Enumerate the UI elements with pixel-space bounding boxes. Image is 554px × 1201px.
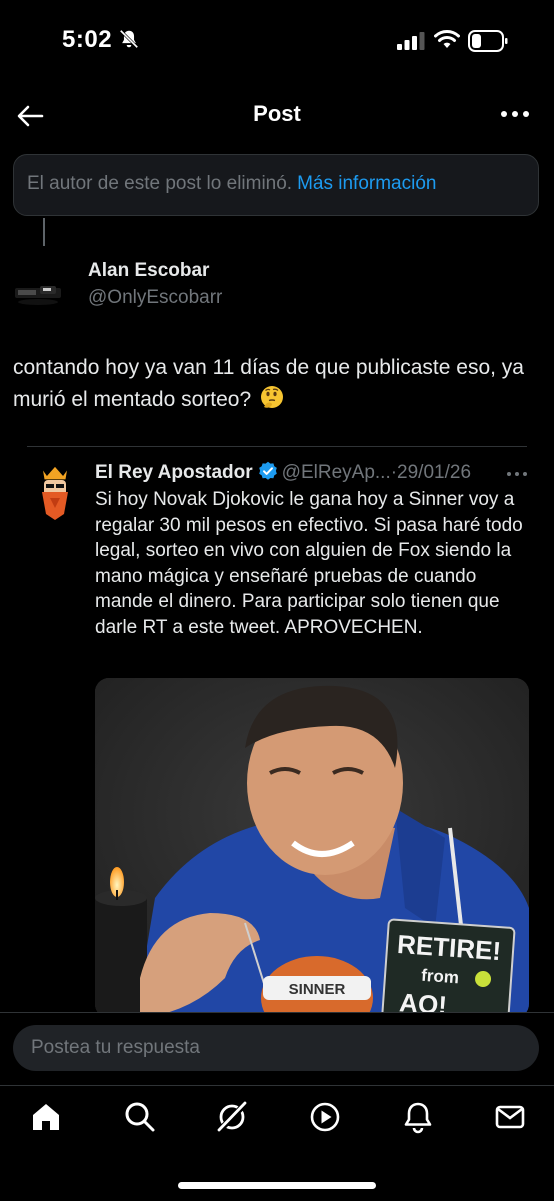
- sign-line2: from: [421, 966, 460, 988]
- quote-media-image[interactable]: SINNER RETIRE! from AO!: [95, 678, 529, 1018]
- bottom-navigation: [0, 1085, 554, 1201]
- quote-date[interactable]: 29/01/26: [397, 462, 471, 483]
- more-info-link[interactable]: Más información: [297, 173, 436, 194]
- quote-text: Si hoy Novak Djokovic le gana hoy a Sinn…: [95, 489, 523, 638]
- quote-more-icon[interactable]: [506, 470, 528, 478]
- search-icon[interactable]: [123, 1100, 157, 1134]
- grok-icon[interactable]: [215, 1100, 249, 1134]
- verified-badge-icon: [258, 461, 277, 480]
- deleted-message: El autor de este post lo eliminó.: [27, 173, 293, 194]
- quote-divider: [27, 446, 527, 447]
- author-name[interactable]: Alan Escobar: [88, 260, 209, 282]
- deleted-post-notice: El autor de este post lo eliminó. Más inf…: [13, 154, 539, 216]
- quote-header: El Rey Apostador @ElReyAp...·29/01/26: [95, 461, 471, 484]
- top-bar: Post: [0, 86, 554, 146]
- notifications-icon[interactable]: [401, 1100, 435, 1134]
- status-bar: 5:02: [0, 0, 554, 84]
- quote-avatar[interactable]: [30, 462, 80, 522]
- wifi-icon: [434, 30, 460, 48]
- home-indicator: [178, 1182, 376, 1189]
- headband-text: SINNER: [289, 981, 346, 998]
- author-handle[interactable]: @OnlyEscobarr: [88, 287, 222, 309]
- video-icon[interactable]: [308, 1100, 342, 1134]
- quote-author-name[interactable]: El Rey Apostador: [95, 462, 253, 483]
- page-title: Post: [253, 101, 301, 126]
- media-illustration: SINNER RETIRE! from AO!: [95, 678, 529, 1018]
- bell-slash-icon: [119, 29, 139, 49]
- reply-input[interactable]: [13, 1025, 539, 1071]
- quote-author-handle[interactable]: @ElReyAp...: [282, 462, 391, 483]
- home-icon[interactable]: [29, 1100, 63, 1134]
- thread-connector: [43, 218, 45, 246]
- more-options-icon[interactable]: [498, 104, 532, 124]
- cellular-signal-icon: [397, 32, 425, 50]
- deleted-notice-text: El autor de este post lo eliminó. Más inf…: [27, 173, 436, 195]
- avatar-image: [12, 262, 64, 314]
- messages-icon[interactable]: [493, 1100, 527, 1134]
- post-body: contando hoy ya van 11 días de que publi…: [13, 352, 533, 416]
- avatar[interactable]: [12, 262, 64, 314]
- battery-icon: [468, 30, 508, 52]
- clock: 5:02: [62, 26, 113, 53]
- reply-bar: [0, 1012, 554, 1085]
- thinking-face-icon: [260, 386, 283, 408]
